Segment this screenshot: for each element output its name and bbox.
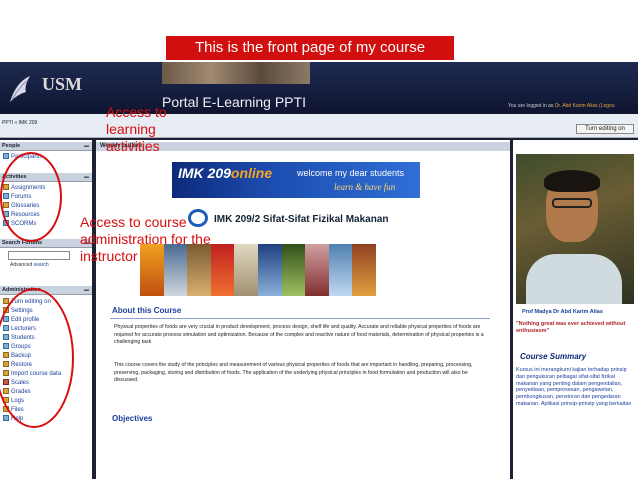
divider: [110, 318, 490, 319]
site-header: USM Portal E-Learning PPTI You are logge…: [0, 62, 638, 114]
collapse-icon[interactable]: ▬: [84, 142, 89, 151]
search-input[interactable]: [8, 251, 70, 260]
instructor-name: Prof Madya Dr Abd Karim Alias: [522, 309, 603, 315]
people-icon: [3, 153, 9, 160]
bird-logo-icon: [10, 76, 30, 102]
about-paragraph-1: Physical properties of foods are very cr…: [114, 324, 484, 346]
help-icon: [3, 415, 9, 422]
logout-link[interactable]: (Logou: [599, 103, 615, 109]
admin-annotation: Access to course administration for the …: [80, 214, 211, 264]
logged-user-link[interactable]: Dr. Abd Karim Alias: [555, 103, 598, 109]
learning-annotation: Access to learning activities: [106, 104, 167, 154]
usm-logo: USM: [42, 74, 82, 94]
browser-frame: USM Portal E-Learning PPTI You are logge…: [0, 62, 638, 479]
breadcrumb[interactable]: PPTI » IMK 209: [2, 120, 37, 126]
collapse-icon[interactable]: ▬: [84, 286, 89, 295]
login-status: You are logged in as Dr. Abd Karim Alias…: [508, 103, 615, 109]
course-summary-text: Kursus ini merangkumi kajian terhadap pr…: [516, 367, 632, 407]
nav-bar: [0, 114, 638, 138]
advanced-search: Advanced search: [10, 262, 49, 268]
objectives-heading: Objectives: [112, 414, 153, 423]
instructor-photo: [516, 154, 634, 304]
slide-banner: This is the front page of my course: [166, 36, 454, 60]
advanced-search-link[interactable]: search: [34, 262, 49, 268]
header-photo-strip: [162, 62, 310, 84]
instructor-quote: "Nothing great was ever achieved without…: [516, 321, 626, 334]
turn-editing-on-button[interactable]: Turn editing on: [576, 124, 634, 134]
activities-highlight-oval: [0, 152, 62, 242]
search-block-header: Search Forums ▬: [0, 239, 92, 248]
about-paragraph-2: This course covers the study of the prin…: [114, 362, 473, 384]
course-summary-heading: Course Summary: [520, 352, 587, 361]
course-welcome-banner: IMK 209online welcome my dear students l…: [172, 162, 420, 198]
people-block-header: People ▬: [0, 142, 92, 151]
collapse-icon[interactable]: ▬: [84, 173, 89, 182]
about-course-heading: About this Course: [112, 306, 182, 315]
